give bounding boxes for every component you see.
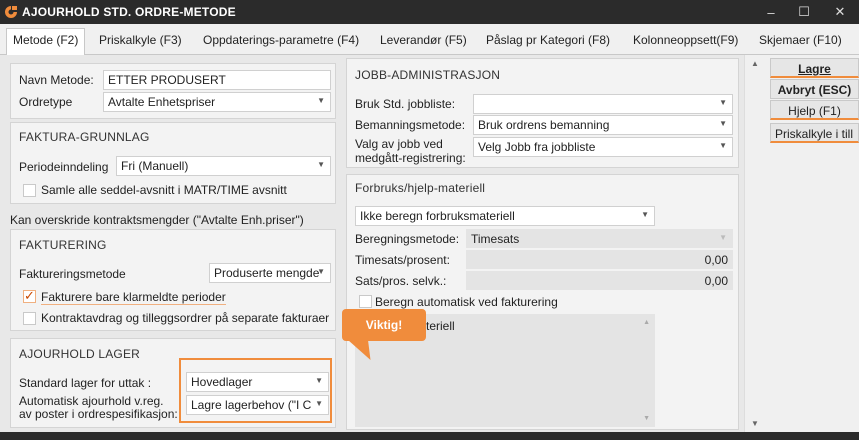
tab-priskalkyle[interactable]: Priskalkyle (F3): [99, 30, 182, 55]
tab-skjemaer[interactable]: Skjemaer (F10): [759, 30, 842, 55]
beregningsmetode-select[interactable]: Timesats ▼: [466, 229, 733, 248]
faktureringsmetode-label: Faktureringsmetode: [19, 267, 126, 281]
tab-paslag-kategori[interactable]: Påslag pr Kategori (F8): [486, 30, 610, 55]
chevron-down-icon: ▼: [719, 141, 727, 150]
fakturering-section: FAKTURERING Faktureringsmetode Produsert…: [10, 229, 336, 331]
scroll-down-icon[interactable]: ▼: [643, 415, 650, 422]
ordretype-value: Avtalte Enhetspriser: [108, 95, 216, 109]
sats-pros-label: Sats/pros. selvk.:: [355, 274, 447, 288]
priskalkyle-label: Priskalkyle i till: [775, 127, 854, 141]
bemanningsmetode-label: Bemanningsmetode:: [355, 118, 466, 132]
faktura-grunnlag-header: FAKTURA-GRUNNLAG: [19, 130, 150, 144]
status-bar: [0, 432, 859, 440]
forbruks-materiell-header: Forbruks/hjelp-materiell: [355, 181, 486, 195]
tab-kolonneoppsett[interactable]: Kolonneoppsett(F9): [633, 30, 738, 55]
bruk-std-jobbliste-label: Bruk Std. jobbliste:: [355, 97, 456, 111]
action-panel: Lagre Avbryt (ESC) Hjelp (F1) Priskalkyl…: [764, 55, 859, 432]
title-bar: AJOURHOLD STD. ORDRE-METODE – ☐ ✕: [0, 0, 859, 24]
navn-metode-label: Navn Metode:: [19, 73, 94, 87]
avbryt-label: Avbryt (ESC): [777, 83, 852, 97]
samle-checkbox[interactable]: [23, 184, 36, 197]
jobb-administrasjon-section: JOBB-ADMINISTRASJON Bruk Std. jobbliste:…: [346, 58, 739, 168]
tab-bar: Metode (F2) Priskalkyle (F3) Oppdatering…: [0, 24, 859, 56]
standard-lager-label: Standard lager for uttak :: [19, 376, 152, 390]
periodeinndeling-label: Periodeinndeling: [19, 160, 109, 174]
lagre-button[interactable]: Lagre: [770, 58, 859, 78]
faktureringsmetode-select[interactable]: Produserte mengde ▼: [209, 263, 331, 283]
chevron-down-icon: ▼: [317, 96, 325, 105]
app-logo-icon: [0, 0, 22, 24]
chevron-down-icon: ▼: [317, 267, 325, 276]
kontraktavdrag-label: Kontraktavdrag og tilleggsordrer på sepa…: [41, 311, 330, 325]
main-content: Navn Metode: ETTER PRODUSERT Ordretype A…: [0, 55, 744, 432]
bruk-std-jobbliste-select[interactable]: ▼: [473, 94, 733, 114]
scroll-down-icon[interactable]: ▼: [751, 419, 759, 428]
timesats-prosent-label: Timesats/prosent:: [355, 253, 450, 267]
jobb-administrasjon-header: JOBB-ADMINISTRASJON: [355, 68, 501, 82]
auto-ajourhold-label-1: Automatisk ajourhold v.reg.: [19, 394, 164, 408]
ordretype-label: Ordretype: [19, 95, 73, 109]
tab-metode[interactable]: Metode (F2): [6, 28, 86, 56]
beregn-automatisk-checkbox[interactable]: [359, 295, 372, 308]
forbruks-materiell-section: Forbruks/hjelp-materiell Ikke beregn for…: [346, 174, 739, 430]
beregningsmetode-label: Beregningsmetode:: [355, 232, 460, 246]
priskalkyle-button[interactable]: Priskalkyle i till: [770, 123, 859, 143]
valg-av-jobb-label-1: Valg av jobb ved: [355, 137, 443, 151]
scroll-up-icon[interactable]: ▲: [751, 59, 759, 68]
forbruk-mode-select[interactable]: Ikke beregn forbruksmateriell ▼: [355, 206, 655, 226]
bemanningsmetode-select[interactable]: Bruk ordrens bemanning ▼: [473, 115, 733, 135]
close-button[interactable]: ✕: [821, 0, 859, 24]
metode-section: Navn Metode: ETTER PRODUSERT Ordretype A…: [10, 63, 336, 119]
check-icon: ✓: [24, 288, 35, 303]
maximize-button[interactable]: ☐: [785, 0, 823, 24]
samle-label: Samle alle seddel-avsnitt i MATR/TIME av…: [41, 183, 287, 197]
chevron-down-icon: ▼: [317, 160, 325, 169]
callout-label: Viktig!: [365, 318, 403, 332]
forbruk-mode-value: Ikke beregn forbruksmateriell: [360, 209, 515, 223]
window-title: AJOURHOLD STD. ORDRE-METODE: [22, 5, 236, 19]
callout-viktig: Viktig!: [342, 309, 426, 341]
tab-oppdaterings-parametre[interactable]: Oppdaterings-parametre (F4): [203, 30, 359, 55]
tab-leverandor[interactable]: Leverandør (F5): [380, 30, 467, 55]
chevron-down-icon: ▼: [641, 210, 649, 219]
hjelp-label: Hjelp (F1): [788, 104, 841, 118]
klarmeldte-label: Fakturere bare klarmeldte perioder: [41, 290, 226, 305]
chevron-down-icon: ▼: [719, 98, 727, 107]
navn-metode-input[interactable]: ETTER PRODUSERT: [103, 70, 331, 90]
ajourhold-lager-header: AJOURHOLD LAGER: [19, 347, 141, 361]
faktureringsmetode-value: Produserte mengde: [214, 266, 320, 280]
beregningsmetode-value: Timesats: [471, 232, 520, 246]
sats-pros-input[interactable]: 0,00: [466, 271, 733, 290]
valg-av-jobb-select[interactable]: Velg Jobb fra jobbliste ▼: [473, 137, 733, 157]
kontraktavdrag-checkbox[interactable]: [23, 312, 36, 325]
periodeinndeling-select[interactable]: Fri (Manuell) ▼: [116, 156, 331, 176]
highlight-box: [179, 358, 332, 423]
periodeinndeling-value: Fri (Manuell): [121, 159, 189, 173]
ordretype-select[interactable]: Avtalte Enhetspriser ▼: [103, 92, 331, 112]
timesats-prosent-input[interactable]: 0,00: [466, 250, 733, 269]
valg-av-jobb-label-2: medgått-registrering:: [355, 151, 466, 165]
fakturering-header: FAKTURERING: [19, 238, 107, 252]
chevron-down-icon: ▼: [719, 233, 727, 242]
auto-ajourhold-label-2: av poster i ordrespesifikasjon:: [19, 407, 178, 421]
materiell-list-text: teriell: [426, 319, 455, 333]
main-scrollbar[interactable]: ▲ ▼: [744, 55, 764, 432]
kan-overskride-label: Kan overskride kontraktsmengder ("Avtalt…: [10, 213, 304, 227]
chevron-down-icon: ▼: [719, 119, 727, 128]
beregn-automatisk-label: Beregn automatisk ved fakturering: [375, 295, 558, 309]
avbryt-button[interactable]: Avbryt (ESC): [770, 79, 859, 99]
bemanningsmetode-value: Bruk ordrens bemanning: [478, 118, 610, 132]
valg-av-jobb-value: Velg Jobb fra jobbliste: [478, 140, 596, 154]
hjelp-button[interactable]: Hjelp (F1): [770, 100, 859, 120]
lagre-label: Lagre: [798, 62, 831, 76]
faktura-grunnlag-section: FAKTURA-GRUNNLAG Periodeinndeling Fri (M…: [10, 122, 336, 204]
scroll-up-icon[interactable]: ▲: [643, 319, 650, 326]
